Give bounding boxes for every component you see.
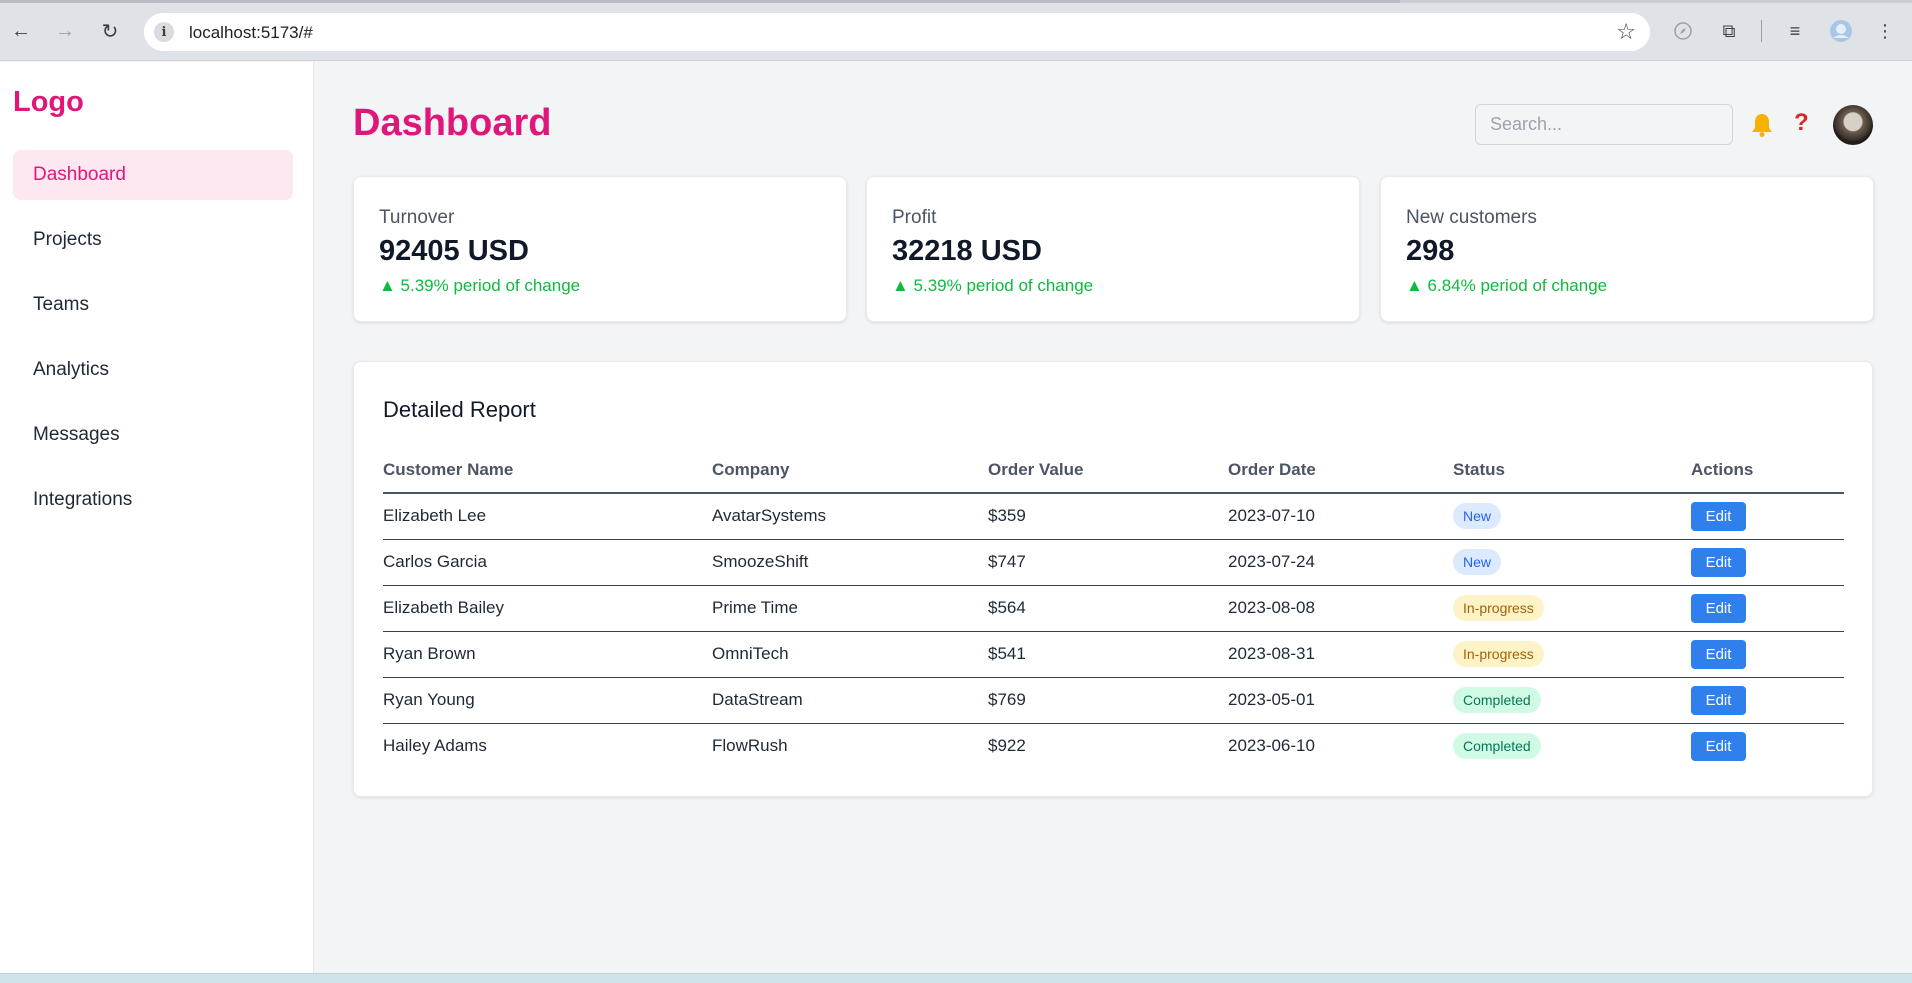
column-header[interactable]: Order Date [1228,448,1453,494]
column-header[interactable]: Status [1453,448,1691,494]
back-icon[interactable]: ← [6,16,36,46]
cell-order-date: 2023-08-08 [1228,585,1453,632]
status-badge: Completed [1453,687,1541,713]
sidebar-item-dashboard[interactable]: Dashboard [13,150,293,200]
extension-compass-icon[interactable] [1668,16,1698,46]
cell-customer-name: Carlos Garcia [383,539,712,586]
stat-change: ▲ 6.84% period of change [1406,276,1608,295]
table-row: Ryan Young DataStream $769 2023-05-01 Co… [383,677,1844,724]
sidebar-menu: Dashboard Projects Teams Analytics Messa… [13,150,293,540]
stat-value: 92405 USD [379,235,529,267]
stat-change: ▲ 5.39% period of change [379,276,581,295]
cell-order-date: 2023-07-24 [1228,539,1453,586]
status-badge: Completed [1453,733,1541,760]
sidebar-item-projects[interactable]: Projects [13,215,293,265]
cell-customer-name: Ryan Brown [383,631,712,678]
sidebar-item-integrations[interactable]: Integrations [13,475,293,525]
cell-order-value: $564 [988,585,1228,632]
stat-label: New customers [1406,207,1537,228]
page-title: Dashboard [353,102,552,144]
cell-company: AvatarSystems [712,493,988,540]
edit-button[interactable]: Edit [1691,501,1746,531]
address-bar[interactable]: i localhost:5173/# ☆ [144,13,1650,51]
sidebar-item-teams[interactable]: Teams [13,280,293,330]
stat-card-new-customers: New customers 298 ▲ 6.84% period of chan… [1380,176,1874,322]
column-header[interactable]: Order Value [988,448,1228,494]
tab-strip [0,0,1912,3]
cell-order-date: 2023-07-10 [1228,493,1453,540]
avatar[interactable] [1833,105,1873,145]
cell-company: FlowRush [712,736,788,756]
cell-order-date: 2023-08-31 [1228,631,1453,678]
table-row: Ryan Brown OmniTech $541 2023-08-31 In-p… [383,631,1844,678]
notification-bell-icon[interactable] [1750,112,1774,138]
profile-icon[interactable] [1826,16,1856,46]
status-badge: In-progress [1453,641,1544,667]
forward-icon[interactable]: → [50,16,80,46]
search-input[interactable] [1475,104,1733,145]
stat-value: 298 [1406,235,1455,267]
cell-company: DataStream [712,677,988,724]
browser-toolbar: ← → ↻ i localhost:5173/# ☆ ⧉ ≡ ⋮ [0,0,1912,61]
cell-company: SmoozeShift [712,539,988,586]
extensions-puzzle-icon[interactable]: ⧉ [1714,16,1744,46]
stat-card-profit: Profit 32218 USD ▲ 5.39% period of chang… [866,176,1360,322]
cell-order-value: $747 [988,539,1228,586]
edit-button[interactable]: Edit [1691,593,1746,623]
table-header-row: Customer Name Company Order Value Order … [383,448,1844,494]
cell-company: OmniTech [712,631,988,678]
edit-button[interactable]: Edit [1691,639,1746,669]
browser-menu-icon[interactable]: ⋮ [1870,16,1900,46]
help-icon[interactable]: ? [1794,109,1809,137]
sidebar-item-messages[interactable]: Messages [13,410,293,460]
stat-card-turnover: Turnover 92405 USD ▲ 5.39% period of cha… [353,176,847,322]
toolbar-divider [1761,20,1762,42]
edit-button[interactable]: Edit [1691,731,1746,761]
cell-customer-name: Hailey Adams [383,736,487,756]
report-title: Detailed Report [383,397,536,422]
column-header[interactable]: Company [712,448,988,494]
edit-button[interactable]: Edit [1691,547,1746,577]
cell-order-value: $769 [988,677,1228,724]
column-header: Actions [1691,448,1844,494]
cell-customer-name: Elizabeth Lee [383,493,712,540]
detailed-report: Detailed Report Customer Name Company Or… [353,361,1873,797]
status-badge: In-progress [1453,595,1544,621]
bookmark-star-icon[interactable]: ☆ [1616,19,1636,45]
report-table: Customer Name Company Order Value Order … [383,448,1844,769]
table-row: Hailey Adams FlowRush $922 2023-06-10 Co… [383,723,1844,769]
table-row: Carlos Garcia SmoozeShift $747 2023-07-2… [383,539,1844,586]
status-badge: New [1453,503,1502,530]
sidebar-item-analytics[interactable]: Analytics [13,345,293,395]
cell-order-date: 2023-06-10 [1228,736,1315,756]
stat-label: Turnover [379,207,455,228]
stat-label: Profit [892,207,937,228]
column-header[interactable]: Customer Name [383,448,712,494]
cell-order-value: $541 [988,631,1228,678]
cell-customer-name: Elizabeth Bailey [383,585,712,632]
os-taskbar [0,973,1912,983]
reload-icon[interactable]: ↻ [95,16,125,46]
address-url[interactable]: localhost:5173/# [189,23,313,43]
media-control-icon[interactable]: ≡ [1780,16,1810,46]
edit-button[interactable]: Edit [1691,685,1746,715]
status-badge: New [1453,549,1502,575]
cell-company: Prime Time [712,585,988,632]
sidebar: Logo Dashboard Projects Teams Analytics … [0,62,314,973]
cell-order-value: $922 [988,736,1026,756]
site-info-icon[interactable]: i [154,22,174,42]
table-row: Elizabeth Bailey Prime Time $564 2023-08… [383,585,1844,632]
active-tab[interactable] [0,0,1400,3]
cell-customer-name: Ryan Young [383,677,712,724]
logo[interactable]: Logo [13,86,84,119]
cell-order-value: $359 [988,493,1228,540]
cell-order-date: 2023-05-01 [1228,677,1453,724]
stat-value: 32218 USD [892,235,1042,267]
stat-change: ▲ 5.39% period of change [892,276,1094,295]
table-row: Elizabeth Lee AvatarSystems $359 2023-07… [383,493,1844,540]
